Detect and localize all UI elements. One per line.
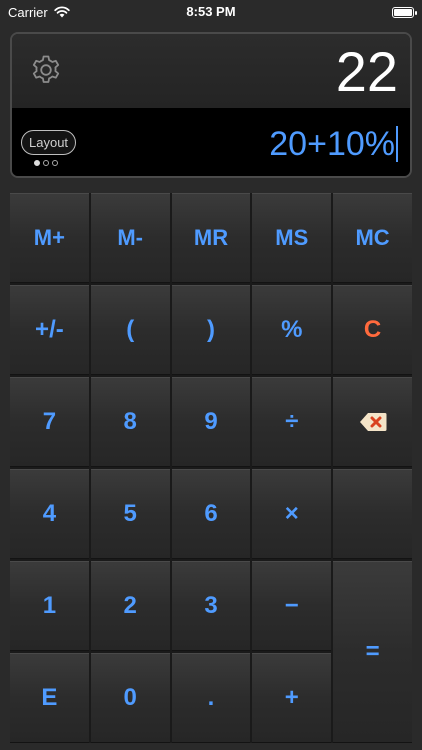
page-indicator[interactable] [34, 160, 58, 166]
close-paren-button[interactable]: ) [171, 285, 251, 375]
exponent-button[interactable]: E [10, 653, 89, 743]
add-button[interactable]: + [252, 653, 332, 743]
battery-icon [392, 6, 417, 18]
status-bar: Carrier 8:53 PM [0, 0, 422, 24]
divide-button[interactable]: ÷ [252, 377, 332, 467]
status-time: 8:53 PM [186, 4, 236, 19]
memory-recall-button[interactable]: MR [171, 193, 251, 283]
backspace-icon [359, 413, 387, 431]
calculator-display: 22 20+10% Layout [10, 32, 412, 178]
page-dot [34, 160, 40, 166]
memory-clear-button[interactable]: MC [333, 193, 412, 283]
text-cursor [396, 126, 398, 162]
open-paren-button[interactable]: ( [90, 285, 170, 375]
empty-key [333, 469, 412, 559]
digit-4-button[interactable]: 4 [10, 469, 89, 559]
digit-7-button[interactable]: 7 [10, 377, 89, 467]
expression-field[interactable]: 20+10% [269, 124, 398, 164]
layout-button[interactable]: Layout [21, 130, 77, 155]
page-dot [43, 160, 49, 166]
clear-button[interactable]: C [333, 285, 412, 375]
equals-button[interactable]: = [333, 561, 412, 743]
digit-5-button[interactable]: 5 [90, 469, 170, 559]
multiply-button[interactable]: × [252, 469, 332, 559]
page-dot [52, 160, 58, 166]
memory-subtract-button[interactable]: M- [90, 193, 170, 283]
backspace-button[interactable] [333, 377, 412, 467]
result-value: 22 [335, 40, 398, 103]
memory-add-button[interactable]: M+ [10, 193, 89, 283]
digit-0-button[interactable]: 0 [90, 653, 170, 743]
gear-icon[interactable] [30, 54, 62, 86]
percent-button[interactable]: % [252, 285, 332, 375]
expression-text: 20+10% [269, 125, 395, 163]
plus-minus-button[interactable]: +/- [10, 285, 89, 375]
subtract-button[interactable]: − [252, 561, 332, 651]
digit-8-button[interactable]: 8 [90, 377, 170, 467]
digit-2-button[interactable]: 2 [90, 561, 170, 651]
keypad: M+ M- MR MS MC +/- ( ) % C 7 8 9 ÷ 4 5 6… [10, 193, 412, 743]
digit-1-button[interactable]: 1 [10, 561, 89, 651]
memory-store-button[interactable]: MS [252, 193, 332, 283]
digit-6-button[interactable]: 6 [171, 469, 251, 559]
decimal-button[interactable]: . [171, 653, 251, 743]
digit-9-button[interactable]: 9 [171, 377, 251, 467]
digit-3-button[interactable]: 3 [171, 561, 251, 651]
